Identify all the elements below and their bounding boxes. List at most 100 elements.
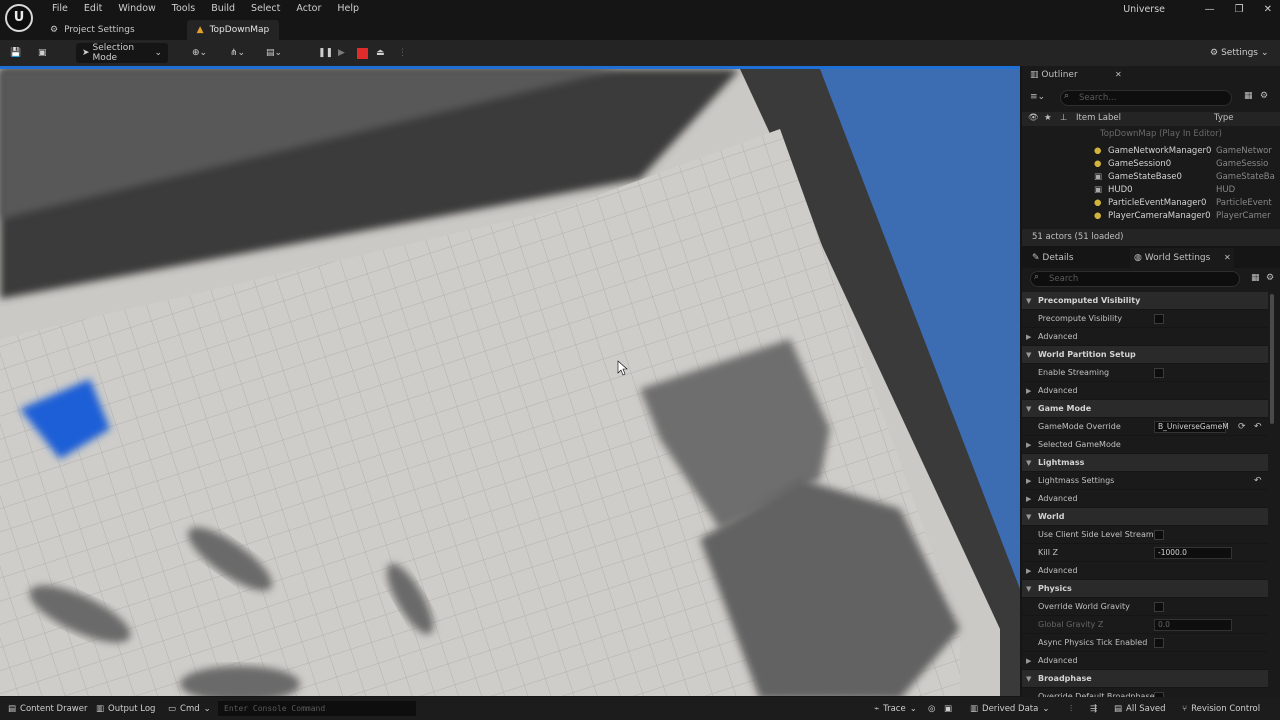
menu-window[interactable]: Window (110, 1, 163, 16)
unreal-logo-icon[interactable]: U (5, 4, 33, 32)
settings-dropdown[interactable]: ⚙ Settings ⌄ (1210, 43, 1269, 63)
property-row[interactable]: ▶ Advanced (1022, 328, 1268, 346)
menu-actor[interactable]: Actor (288, 1, 329, 16)
menu-select[interactable]: Select (243, 1, 288, 16)
list-item[interactable]: ▣ GameStateBase0 GameStateBa (1022, 171, 1280, 184)
expand-arrow-icon[interactable]: ▶ (1026, 562, 1031, 580)
save-icon[interactable]: 💾 (10, 43, 21, 63)
grid-view-icon[interactable]: ▦ (1251, 273, 1260, 283)
tab-project-settings[interactable]: ⚙ Project Settings (40, 20, 145, 40)
property-row[interactable]: Override World Gravity (1022, 598, 1268, 616)
checkbox[interactable] (1154, 638, 1164, 648)
col-type[interactable]: Type (1214, 112, 1234, 125)
list-item[interactable]: ● GameSession0 GameSessio (1022, 158, 1280, 171)
stop-icon[interactable] (357, 43, 368, 63)
expand-arrow-icon[interactable]: ▶ (1026, 328, 1031, 346)
scrollbar[interactable] (1270, 294, 1274, 424)
record-icon[interactable]: ◎ (928, 701, 935, 716)
play-icon[interactable]: ▶ (338, 43, 345, 63)
close-icon[interactable]: ✕ (1264, 4, 1272, 15)
property-row[interactable]: Enable Streaming (1022, 364, 1268, 382)
property-row[interactable]: Override Default Broadphase... (1022, 688, 1268, 697)
maximize-icon[interactable]: ❐ (1235, 4, 1244, 15)
revision-control-button[interactable]: ⑂ Revision Control (1182, 701, 1260, 716)
more-icon[interactable]: ⋮ (398, 43, 407, 63)
list-item[interactable]: ▣ HUD0 HUD (1022, 184, 1280, 197)
property-category[interactable]: ▼ World Partition Setup (1022, 346, 1268, 364)
collapse-arrow-icon[interactable]: ▼ (1026, 400, 1031, 418)
content-drawer-button[interactable]: ▤ Content Drawer (8, 701, 87, 716)
cinematics-icon[interactable]: ▤⌄ (266, 43, 282, 63)
expand-arrow-icon[interactable]: ▶ (1026, 382, 1031, 400)
output-log-button[interactable]: ▥ Output Log (96, 701, 155, 716)
property-row[interactable]: ▶ Selected GameMode (1022, 436, 1268, 454)
filter-icon[interactable]: ≡⌄ (1030, 92, 1045, 102)
property-row[interactable]: ▶ Advanced (1022, 490, 1268, 508)
eject-icon[interactable]: ⏏ (376, 43, 385, 63)
browse-icon[interactable]: ▣ (38, 43, 47, 63)
property-row[interactable]: Precompute Visibility (1022, 310, 1268, 328)
tab-topdownmap[interactable]: ▲ TopDownMap (186, 20, 280, 40)
collapse-arrow-icon[interactable]: ▼ (1026, 580, 1031, 598)
property-row[interactable]: Use Client Side Level Streami... (1022, 526, 1268, 544)
trace-dropdown[interactable]: ⌁ Trace ⌄ (874, 701, 917, 716)
camera-icon[interactable]: ▣ (944, 701, 952, 716)
value-input[interactable]: -1000.0 (1154, 547, 1232, 559)
gamemode-dropdown[interactable]: B_UniverseGameM (1154, 421, 1229, 433)
star-icon[interactable]: ★ (1044, 112, 1052, 125)
level-viewport[interactable] (0, 66, 1020, 696)
add-folder-icon[interactable]: ▦ (1244, 91, 1253, 101)
property-category[interactable]: ▼ Physics (1022, 580, 1268, 598)
details-search-input[interactable]: Search (1030, 271, 1240, 287)
expand-arrow-icon[interactable]: ▶ (1026, 472, 1031, 490)
merge-icon[interactable]: ⇶ (1090, 701, 1097, 716)
settings-icon[interactable]: ⚙ (1260, 91, 1268, 101)
checkbox[interactable] (1154, 368, 1164, 378)
visibility-icon[interactable]: 👁 (1028, 112, 1039, 125)
property-row[interactable]: ▶ Lightmass Settings ↶ (1022, 472, 1268, 490)
collapse-arrow-icon[interactable]: ▼ (1026, 454, 1031, 472)
property-category[interactable]: ▼ Game Mode (1022, 400, 1268, 418)
property-category[interactable]: ▼ Lightmass (1022, 454, 1268, 472)
collapse-arrow-icon[interactable]: ▼ (1026, 670, 1031, 688)
menu-edit[interactable]: Edit (76, 1, 110, 16)
checkbox[interactable] (1154, 530, 1164, 540)
derived-data-button[interactable]: ▥ Derived Data ⌄ (970, 701, 1049, 716)
outliner-root[interactable]: TopDownMap (Play In Editor) (1022, 128, 1280, 141)
property-row[interactable]: ▶ Advanced (1022, 382, 1268, 400)
list-item[interactable]: ● ParticleEventManager0 ParticleEvent (1022, 197, 1280, 210)
property-category[interactable]: ▼ Precomputed Visibility (1022, 292, 1268, 310)
add-actor-icon[interactable]: ⊕⌄ (192, 43, 207, 63)
checkbox[interactable] (1154, 314, 1164, 324)
menu-tools[interactable]: Tools (164, 1, 203, 16)
selection-mode-dropdown[interactable]: ➤ Selection Mode ⌄ (76, 43, 168, 63)
col-item-label[interactable]: Item Label (1076, 112, 1121, 125)
browse-asset-icon[interactable]: ⟳ (1238, 418, 1246, 436)
property-category[interactable]: ▼ Broadphase (1022, 670, 1268, 688)
menu-file[interactable]: File (44, 1, 76, 16)
property-category[interactable]: ▼ World (1022, 508, 1268, 526)
tab-world-settings[interactable]: ◍ World Settings ✕ (1130, 248, 1234, 268)
collapse-arrow-icon[interactable]: ▼ (1026, 346, 1031, 364)
all-saved-indicator[interactable]: ▤ All Saved (1114, 701, 1166, 716)
checkbox[interactable] (1154, 602, 1164, 612)
menu-help[interactable]: Help (329, 1, 367, 16)
menu-build[interactable]: Build (203, 1, 243, 16)
close-icon[interactable]: ✕ (1224, 253, 1231, 262)
collapse-arrow-icon[interactable]: ▼ (1026, 292, 1031, 310)
list-item[interactable]: ● PlayerCameraManager0 PlayerCamer (1022, 210, 1280, 223)
expand-arrow-icon[interactable]: ▶ (1026, 490, 1031, 508)
tab-details[interactable]: ✎ Details (1028, 253, 1078, 263)
reset-icon[interactable]: ↶ (1254, 472, 1262, 490)
property-row[interactable]: Async Physics Tick Enabled (1022, 634, 1268, 652)
cmd-dropdown[interactable]: ▭ Cmd ⌄ (168, 701, 211, 716)
pin-icon[interactable]: ⊥ (1060, 112, 1067, 125)
settings-icon[interactable]: ⚙ (1266, 273, 1274, 283)
property-row[interactable]: ▶ Advanced (1022, 562, 1268, 580)
property-row[interactable]: Kill Z -1000.0 (1022, 544, 1268, 562)
expand-arrow-icon[interactable]: ▶ (1026, 436, 1031, 454)
property-row[interactable]: GameMode Override B_UniverseGameM ⟳ ↶ (1022, 418, 1268, 436)
blueprint-icon[interactable]: ⋔⌄ (230, 43, 245, 63)
close-icon[interactable]: ✕ (1115, 70, 1122, 79)
source-control-icon[interactable]: ⫶ (1070, 701, 1072, 716)
